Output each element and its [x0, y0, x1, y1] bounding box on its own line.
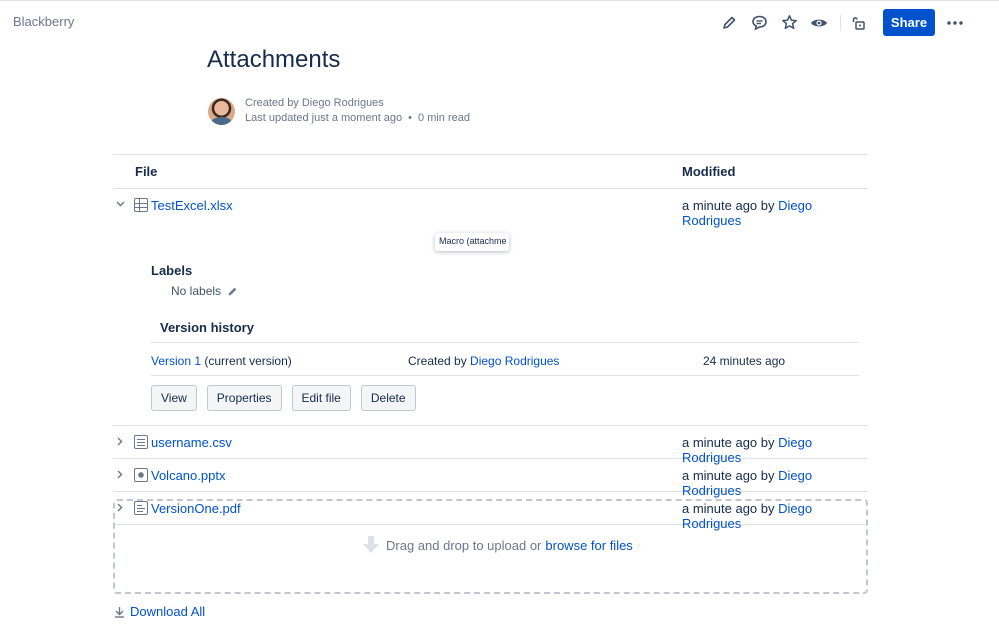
- column-header-modified[interactable]: Modified: [682, 164, 735, 179]
- presentation-icon: [134, 468, 148, 482]
- download-arrow-icon: [363, 536, 379, 553]
- view-button[interactable]: View: [151, 385, 197, 411]
- toolbar-divider: [840, 14, 841, 31]
- download-icon: [115, 606, 124, 618]
- file-link[interactable]: username.csv: [151, 435, 232, 450]
- byline: Created by Diego Rodrigues Last updated …: [208, 96, 470, 126]
- chevron-right-icon[interactable]: [115, 436, 125, 446]
- version-cell: Version 1 (current version): [151, 354, 292, 368]
- chevron-right-icon[interactable]: [115, 469, 125, 479]
- restrictions-icon[interactable]: [843, 10, 873, 36]
- user-link[interactable]: Diego Rodrigues: [470, 354, 559, 368]
- table-header: File Modified: [113, 155, 868, 188]
- last-updated[interactable]: Last updated just a moment ago: [245, 112, 402, 124]
- file-link[interactable]: Volcano.pptx: [151, 468, 225, 483]
- edit-labels-icon[interactable]: [227, 286, 238, 297]
- dropzone-content: Drag and drop to upload or browse for fi…: [362, 535, 633, 555]
- star-icon[interactable]: [774, 10, 804, 36]
- version-suffix: (current version): [204, 354, 292, 368]
- page-toolbar: Share: [714, 9, 969, 36]
- version-created-cell: Created by Diego Rodrigues: [408, 354, 559, 368]
- avatar[interactable]: [208, 98, 235, 125]
- properties-button[interactable]: Properties: [206, 385, 282, 411]
- attachments-table: File Modified TestExcel.xlsx a minute ag…: [113, 154, 868, 531]
- version-divider: [151, 375, 859, 376]
- table-row: Volcano.pptx a minute ago by Diego Rodri…: [113, 459, 868, 498]
- share-button[interactable]: Share: [883, 9, 935, 36]
- browse-files-link[interactable]: browse for files: [545, 538, 632, 553]
- table-row: TestExcel.xlsx a minute ago by Diego Rod…: [113, 189, 868, 228]
- version-history-heading: Version history: [160, 320, 254, 335]
- top-divider: [0, 0, 999, 1]
- spreadsheet-icon: [134, 198, 148, 212]
- table-row: username.csv a minute ago by Diego Rodri…: [113, 426, 868, 465]
- download-all-link[interactable]: Download All: [114, 604, 205, 619]
- read-time: 0 min read: [418, 112, 471, 124]
- chevron-down-icon[interactable]: [115, 199, 125, 209]
- created-by: Created by Diego Rodrigues: [245, 97, 384, 109]
- space-name[interactable]: Blackberry: [13, 14, 74, 29]
- comment-icon[interactable]: [744, 10, 774, 36]
- page-title: Attachments: [207, 46, 341, 73]
- macro-tooltip: Macro (attachme: [435, 233, 509, 251]
- file-actions: View Properties Edit file Delete: [151, 385, 426, 411]
- edit-file-button[interactable]: Edit file: [291, 385, 351, 411]
- modified-text: a minute ago by: [682, 468, 775, 483]
- labels-value: No labels: [171, 284, 238, 298]
- download-all-label[interactable]: Download All: [130, 604, 205, 619]
- edit-icon[interactable]: [714, 10, 744, 36]
- file-details-panel: Macro (attachme Labels No labels Version…: [113, 221, 868, 425]
- file-link[interactable]: TestExcel.xlsx: [151, 198, 233, 213]
- dropzone-text: Drag and drop to upload or: [386, 537, 542, 553]
- byline-text: Created by Diego Rodrigues Last updated …: [245, 96, 470, 126]
- delete-button[interactable]: Delete: [360, 385, 416, 411]
- byline-separator: •: [408, 112, 413, 124]
- labels-heading: Labels: [151, 263, 193, 278]
- text-file-icon: [134, 435, 148, 449]
- modified-text: a minute ago by: [682, 435, 775, 450]
- version-time: 24 minutes ago: [703, 354, 786, 368]
- upload-dropzone[interactable]: Drag and drop to upload or browse for fi…: [113, 499, 868, 594]
- watch-icon[interactable]: [804, 10, 834, 36]
- version-link[interactable]: Version 1: [151, 354, 201, 368]
- version-divider: [151, 342, 859, 343]
- no-labels-text: No labels: [171, 284, 222, 298]
- more-icon[interactable]: [941, 10, 969, 36]
- column-header-file[interactable]: File: [135, 164, 157, 179]
- modified-text: a minute ago by: [682, 198, 775, 213]
- created-by-prefix: Created by: [408, 354, 467, 368]
